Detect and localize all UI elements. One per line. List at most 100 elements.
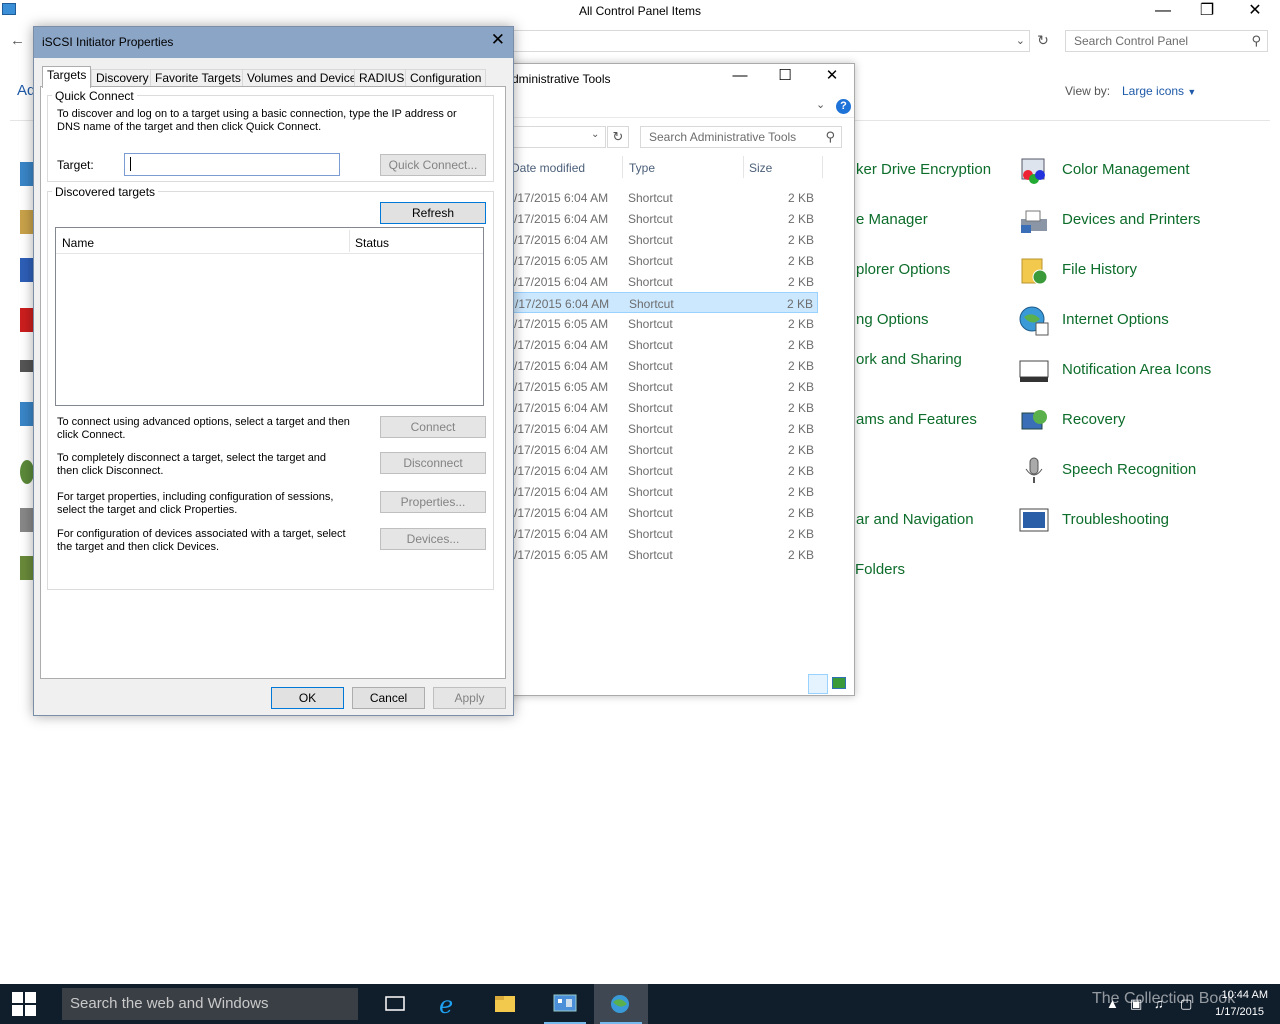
table-row[interactable]: /17/2015 6:04 AM Shortcut 2 KB: [506, 439, 818, 460]
admin-search-input[interactable]: Search Administrative Tools ⚲: [640, 126, 842, 148]
chevron-down-icon[interactable]: ⌄: [1016, 34, 1025, 47]
ribbon-bar: [506, 96, 854, 118]
column-date-modified[interactable]: Date modified: [511, 161, 585, 175]
list-header-separator[interactable]: [349, 230, 350, 252]
volume-icon[interactable]: ♫: [1154, 996, 1164, 1011]
row-date-modified: /17/2015 6:04 AM: [514, 338, 609, 352]
control-panel-address-bar[interactable]: ⌄: [500, 30, 1030, 52]
ribbon-expand-chevron-icon[interactable]: ⌄: [816, 98, 825, 111]
admin-minimize-button[interactable]: —: [717, 66, 763, 88]
clock-date[interactable]: 1/17/2015: [1200, 1006, 1264, 1018]
quick-connect-description-1: To discover and log on to a target using…: [57, 108, 457, 120]
row-date-modified: /17/2015 6:05 AM: [514, 548, 609, 562]
large-icons-view-icon[interactable]: [832, 677, 846, 689]
dialog-close-icon[interactable]: ✕: [491, 30, 505, 50]
table-row[interactable]: /17/2015 6:04 AM Shortcut 2 KB: [506, 187, 818, 208]
backup-icon: [20, 210, 34, 234]
properties-button[interactable]: Properties...: [380, 491, 486, 513]
table-row[interactable]: /17/2015 6:04 AM Shortcut 2 KB: [506, 229, 818, 250]
row-size: 2 KB: [787, 422, 814, 436]
action-center-tray-icon[interactable]: ▢: [1180, 996, 1192, 1012]
table-row[interactable]: /17/2015 6:04 AM Shortcut 2 KB: [506, 271, 818, 292]
row-type: Shortcut: [628, 485, 673, 499]
target-input[interactable]: [124, 153, 340, 176]
details-view-icon[interactable]: [808, 674, 828, 694]
column-separator[interactable]: [822, 156, 823, 178]
refresh-button[interactable]: Refresh: [380, 202, 486, 224]
control-panel-taskbar-button[interactable]: [538, 984, 592, 1024]
network-tray-icon[interactable]: ▣: [1130, 996, 1142, 1012]
column-size[interactable]: Size: [749, 161, 772, 175]
region-icon: [20, 460, 34, 484]
connect-button[interactable]: Connect: [380, 416, 486, 438]
admin-maximize-button[interactable]: ☐: [762, 66, 808, 88]
tab-targets[interactable]: Targets: [42, 66, 92, 88]
table-row[interactable]: /17/2015 6:04 AM Shortcut 2 KB: [506, 397, 818, 418]
tab-radius[interactable]: RADIUS: [354, 69, 410, 87]
folder-icon: [495, 996, 515, 1012]
admin-refresh-icon[interactable]: ↻: [607, 126, 629, 148]
row-type: Shortcut: [628, 275, 673, 289]
minimize-button[interactable]: —: [1140, 0, 1186, 24]
color-management-icon: [1018, 155, 1050, 187]
list-header-status[interactable]: Status: [355, 236, 389, 250]
table-row[interactable]: /17/2015 6:05 AM Shortcut 2 KB: [506, 313, 818, 334]
properties-description-1: For target properties, including configu…: [57, 491, 334, 503]
storage-spaces-icon: [20, 508, 34, 532]
taskbar: Search the web and Windows e The Collect…: [0, 984, 1280, 1024]
chevron-down-icon[interactable]: ⌄: [591, 129, 599, 140]
ok-button[interactable]: OK: [271, 687, 344, 709]
taskbar-search-box[interactable]: Search the web and Windows: [62, 988, 358, 1020]
table-row[interactable]: /17/2015 6:04 AM Shortcut 2 KB: [506, 292, 818, 313]
microphone-icon: [1018, 455, 1050, 487]
row-size: 2 KB: [787, 233, 814, 247]
help-icon[interactable]: ?: [836, 99, 851, 114]
quick-connect-description-2: DNS name of the target and then click Qu…: [57, 121, 322, 133]
quick-connect-button[interactable]: Quick Connect...: [380, 154, 486, 176]
row-size: 2 KB: [787, 191, 814, 205]
restore-button[interactable]: ❐: [1184, 0, 1230, 24]
iscsi-taskbar-button[interactable]: [594, 984, 648, 1024]
column-separator[interactable]: [743, 156, 744, 178]
table-row[interactable]: /17/2015 6:05 AM Shortcut 2 KB: [506, 376, 818, 397]
admin-close-button[interactable]: ✕: [809, 66, 855, 88]
table-row[interactable]: /17/2015 6:04 AM Shortcut 2 KB: [506, 502, 818, 523]
apply-button[interactable]: Apply: [433, 687, 506, 709]
list-header-name[interactable]: Name: [62, 236, 94, 250]
row-type: Shortcut: [628, 506, 673, 520]
table-row[interactable]: /17/2015 6:04 AM Shortcut 2 KB: [506, 355, 818, 376]
column-separator[interactable]: [622, 156, 623, 178]
devices-button[interactable]: Devices...: [380, 528, 486, 550]
start-button[interactable]: [0, 984, 48, 1024]
disconnect-button[interactable]: Disconnect: [380, 452, 486, 474]
file-explorer-button[interactable]: [478, 984, 532, 1024]
cancel-button[interactable]: Cancel: [352, 687, 425, 709]
control-panel-search-input[interactable]: Search Control Panel ⚲: [1065, 30, 1268, 52]
row-date-modified: /17/2015 6:04 AM: [514, 464, 609, 478]
table-row[interactable]: /17/2015 6:05 AM Shortcut 2 KB: [506, 544, 818, 565]
show-hidden-icons-icon[interactable]: ▲: [1106, 996, 1119, 1011]
tab-configuration[interactable]: Configuration: [405, 69, 487, 87]
clock-time[interactable]: 10:44 AM: [1212, 989, 1268, 1001]
tab-favorite-targets[interactable]: Favorite Targets: [150, 69, 246, 87]
table-row[interactable]: /17/2015 6:04 AM Shortcut 2 KB: [506, 481, 818, 502]
close-button[interactable]: ✕: [1232, 0, 1278, 24]
task-view-button[interactable]: [368, 984, 422, 1024]
row-type: Shortcut: [628, 464, 673, 478]
table-row[interactable]: /17/2015 6:05 AM Shortcut 2 KB: [506, 250, 818, 271]
view-by-dropdown[interactable]: Large icons ▼: [1122, 84, 1196, 98]
discovered-targets-list[interactable]: Name Status: [55, 227, 484, 406]
row-type: Shortcut: [628, 380, 673, 394]
table-row[interactable]: /17/2015 6:04 AM Shortcut 2 KB: [506, 208, 818, 229]
table-row[interactable]: /17/2015 6:04 AM Shortcut 2 KB: [506, 523, 818, 544]
back-arrow-icon[interactable]: ←: [10, 32, 25, 49]
table-row[interactable]: /17/2015 6:04 AM Shortcut 2 KB: [506, 418, 818, 439]
tab-discovery[interactable]: Discovery: [91, 69, 154, 87]
search-icon: ⚲: [1251, 33, 1261, 48]
refresh-icon[interactable]: ↻: [1032, 30, 1054, 52]
table-row[interactable]: /17/2015 6:04 AM Shortcut 2 KB: [506, 334, 818, 355]
table-row[interactable]: /17/2015 6:04 AM Shortcut 2 KB: [506, 460, 818, 481]
internet-explorer-button[interactable]: e: [422, 984, 476, 1024]
tab-volumes-devices[interactable]: Volumes and Devices: [242, 69, 368, 87]
column-type[interactable]: Type: [629, 161, 655, 175]
